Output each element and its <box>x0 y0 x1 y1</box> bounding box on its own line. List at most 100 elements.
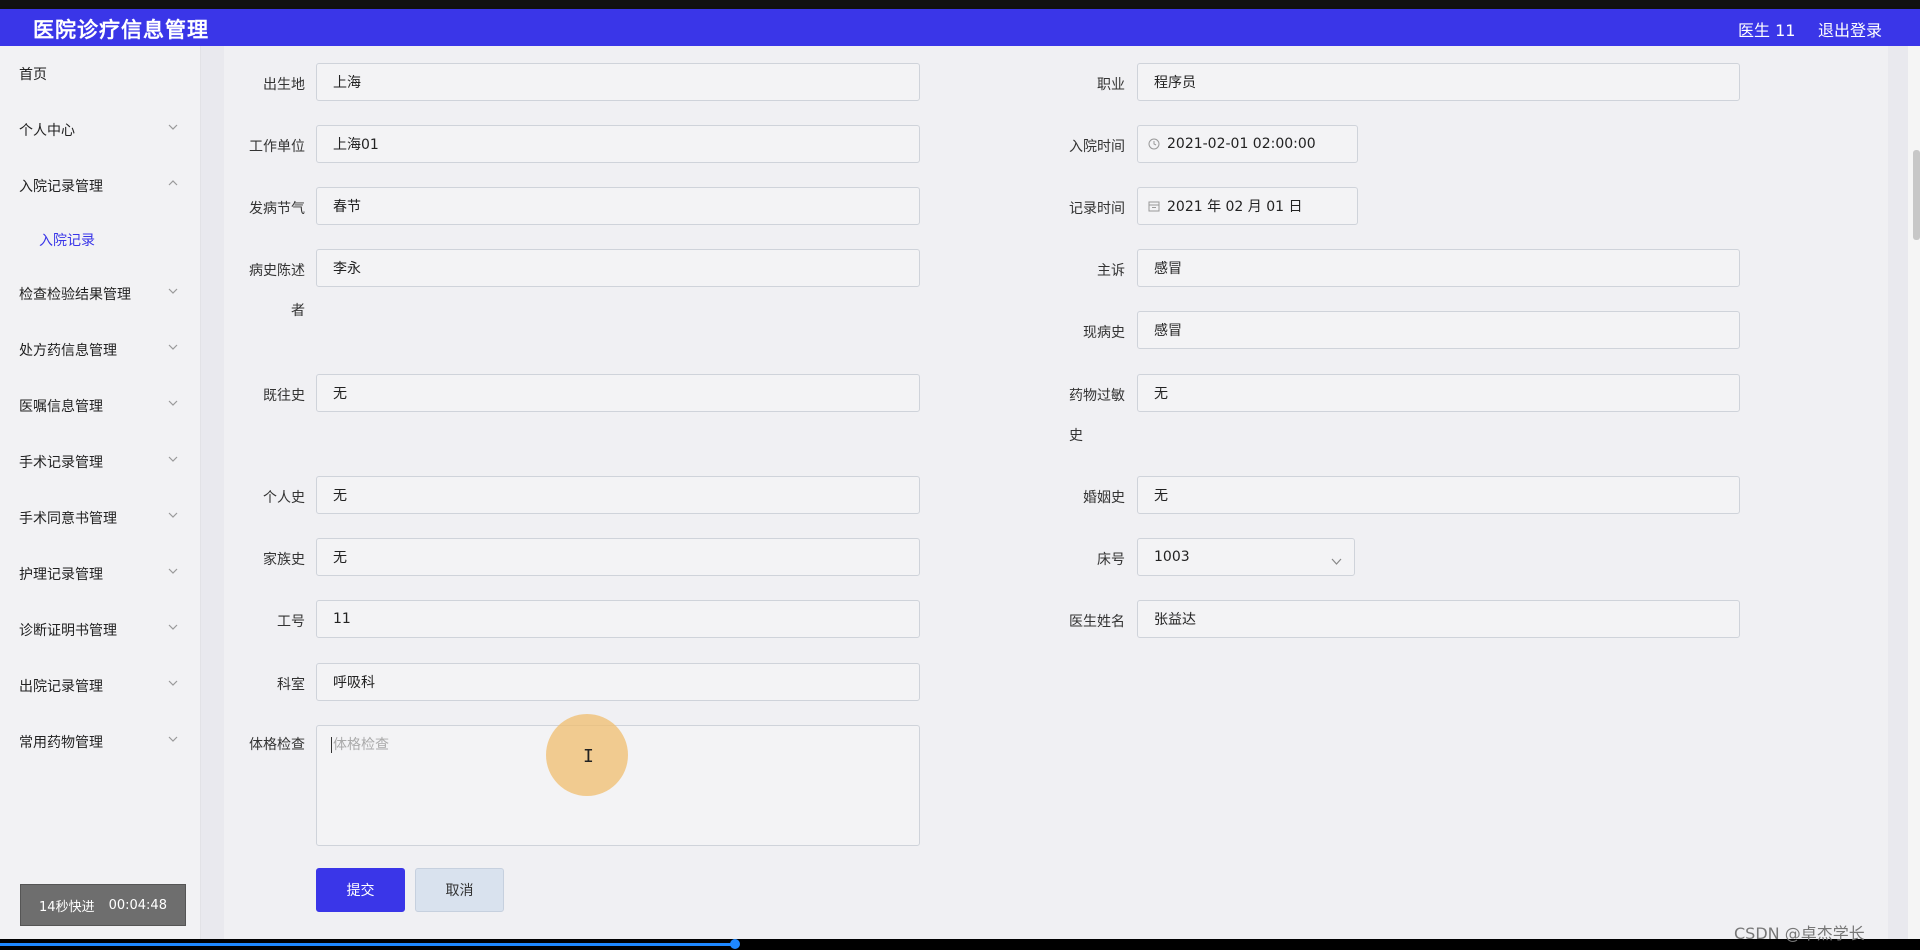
text-cursor-icon: I <box>583 746 594 767</box>
personal-history-value: 无 <box>333 488 347 504</box>
playback-time: 00:04:48 <box>108 897 167 913</box>
present-illness-label: 现病史 <box>1083 325 1125 341</box>
onset-season-value: 春节 <box>333 199 361 215</box>
family-history-input[interactable]: 无 <box>316 538 920 576</box>
employee-id-input[interactable]: 11 <box>316 600 920 638</box>
family-history-value: 无 <box>333 550 347 566</box>
physical-exam-label: 体格检查 <box>249 737 305 753</box>
content-right-gutter <box>1888 46 1908 939</box>
birthplace-label: 出生地 <box>263 77 305 93</box>
drug-allergy-label-cont: 史 <box>1040 425 1125 445</box>
sidebar-item-surgery-records[interactable]: 手术记录管理 <box>19 452 103 472</box>
playback-speed: 14秒快进 <box>39 899 95 915</box>
admission-time-value: 2021-02-01 02:00:00 <box>1167 136 1316 152</box>
sidebar-item-diagnosis-certificate[interactable]: 诊断证明书管理 <box>19 620 117 640</box>
marital-history-label: 婚姻史 <box>1083 490 1125 506</box>
bed-number-value: 1003 <box>1154 549 1190 565</box>
clock-icon <box>1148 138 1160 150</box>
admission-time-label: 入院时间 <box>1069 139 1125 155</box>
bed-number-select[interactable]: 1003 <box>1137 538 1355 576</box>
onset-season-input[interactable]: 春节 <box>316 187 920 225</box>
department-label: 科室 <box>277 677 305 693</box>
sidebar-gutter <box>201 46 224 939</box>
marital-history-value: 无 <box>1154 488 1168 504</box>
bed-number-label: 床号 <box>1097 552 1125 568</box>
department-input[interactable]: 呼吸科 <box>316 663 920 701</box>
record-time-label: 记录时间 <box>1069 201 1125 217</box>
top-black-bar <box>0 0 1920 9</box>
department-value: 呼吸科 <box>333 675 375 691</box>
history-narrator-label-cont: 者 <box>291 303 305 319</box>
doctor-name-label: 医生姓名 <box>1069 614 1125 630</box>
sidebar-item-home[interactable]: 首页 <box>19 64 47 84</box>
chevron-down-icon <box>168 288 178 296</box>
record-time-value: 2021 年 02 月 01 日 <box>1167 199 1303 215</box>
personal-history-input[interactable]: 无 <box>316 476 920 514</box>
current-user[interactable]: 医生 11 <box>1738 17 1795 41</box>
chevron-down-icon <box>168 344 178 352</box>
sidebar-item-nursing-records[interactable]: 护理记录管理 <box>19 564 103 584</box>
history-narrator-input[interactable]: 李永 <box>316 249 920 287</box>
birthplace-input[interactable]: 上海 <box>316 63 920 101</box>
doctor-name-value: 张益达 <box>1154 612 1196 628</box>
past-history-label: 既往史 <box>263 388 305 404</box>
sidebar-item-admission-management[interactable]: 入院记录管理 <box>19 176 103 196</box>
drug-allergy-label: 药物过敏 <box>1069 388 1125 404</box>
employer-input[interactable]: 上海01 <box>316 125 920 163</box>
app-title: 医院诊疗信息管理 <box>33 18 209 42</box>
sidebar: 首页 个人中心 入院记录管理 入院记录 检查检验结果管理 处方药信息管理 医嘱信… <box>0 46 201 939</box>
drug-allergy-value: 无 <box>1154 386 1168 402</box>
calendar-icon <box>1148 200 1160 212</box>
chevron-down-icon <box>1331 553 1342 569</box>
history-narrator-value: 李永 <box>333 261 361 277</box>
sidebar-subitem-admission-record[interactable]: 入院记录 <box>39 230 95 250</box>
employee-id-label: 工号 <box>277 614 305 630</box>
past-history-input[interactable]: 无 <box>316 374 920 412</box>
sidebar-item-common-drugs[interactable]: 常用药物管理 <box>19 732 103 752</box>
video-progress-handle[interactable] <box>730 939 740 949</box>
past-history-value: 无 <box>333 386 347 402</box>
family-history-label: 家族史 <box>263 552 305 568</box>
playback-timer: 14秒快进 00:04:48 <box>20 884 186 926</box>
drug-allergy-label-cont-text: 史 <box>1069 428 1084 444</box>
onset-season-label: 发病节气 <box>249 201 305 217</box>
employer-value: 上海01 <box>333 137 379 153</box>
chevron-down-icon <box>168 456 178 464</box>
marital-history-input[interactable]: 无 <box>1137 476 1740 514</box>
chief-complaint-input[interactable]: 感冒 <box>1137 249 1740 287</box>
sidebar-item-surgery-consent[interactable]: 手术同意书管理 <box>19 508 117 528</box>
chief-complaint-value: 感冒 <box>1154 261 1182 277</box>
logout-link[interactable]: 退出登录 <box>1818 17 1882 41</box>
chevron-down-icon <box>168 124 178 132</box>
record-time-picker[interactable]: 2021 年 02 月 01 日 <box>1137 187 1358 225</box>
text-caret <box>331 737 332 753</box>
history-narrator-label: 病史陈述 <box>249 263 305 279</box>
chevron-down-icon <box>168 624 178 632</box>
personal-history-label: 个人史 <box>263 490 305 506</box>
occupation-input[interactable]: 程序员 <box>1137 63 1740 101</box>
drug-allergy-input[interactable]: 无 <box>1137 374 1740 412</box>
occupation-label: 职业 <box>1097 77 1125 93</box>
doctor-name-input[interactable]: 张益达 <box>1137 600 1740 638</box>
present-illness-input[interactable]: 感冒 <box>1137 311 1740 349</box>
chevron-down-icon <box>168 736 178 744</box>
employee-id-value: 11 <box>333 611 351 627</box>
cancel-button[interactable]: 取消 <box>415 868 504 912</box>
admission-time-picker[interactable]: 2021-02-01 02:00:00 <box>1137 125 1358 163</box>
sidebar-item-medical-orders[interactable]: 医嘱信息管理 <box>19 396 103 416</box>
chevron-down-icon <box>168 568 178 576</box>
chevron-up-icon <box>168 180 178 188</box>
physical-exam-placeholder: 体格检查 <box>333 737 389 753</box>
submit-button[interactable]: 提交 <box>316 868 405 912</box>
scrollbar-thumb[interactable] <box>1913 150 1920 240</box>
watermark: CSDN @卓杰学长 <box>1734 924 1865 943</box>
sidebar-item-discharge-records[interactable]: 出院记录管理 <box>19 676 103 696</box>
sidebar-item-prescription[interactable]: 处方药信息管理 <box>19 340 117 360</box>
birthplace-value: 上海 <box>333 75 361 91</box>
video-progress-bar[interactable] <box>0 943 736 946</box>
app-header: 医院诊疗信息管理 医生 11 退出登录 <box>0 9 1920 46</box>
sidebar-item-exam-results[interactable]: 检查检验结果管理 <box>19 284 131 304</box>
chevron-down-icon <box>168 680 178 688</box>
sidebar-item-personal-center[interactable]: 个人中心 <box>19 120 75 140</box>
chevron-down-icon <box>168 512 178 520</box>
